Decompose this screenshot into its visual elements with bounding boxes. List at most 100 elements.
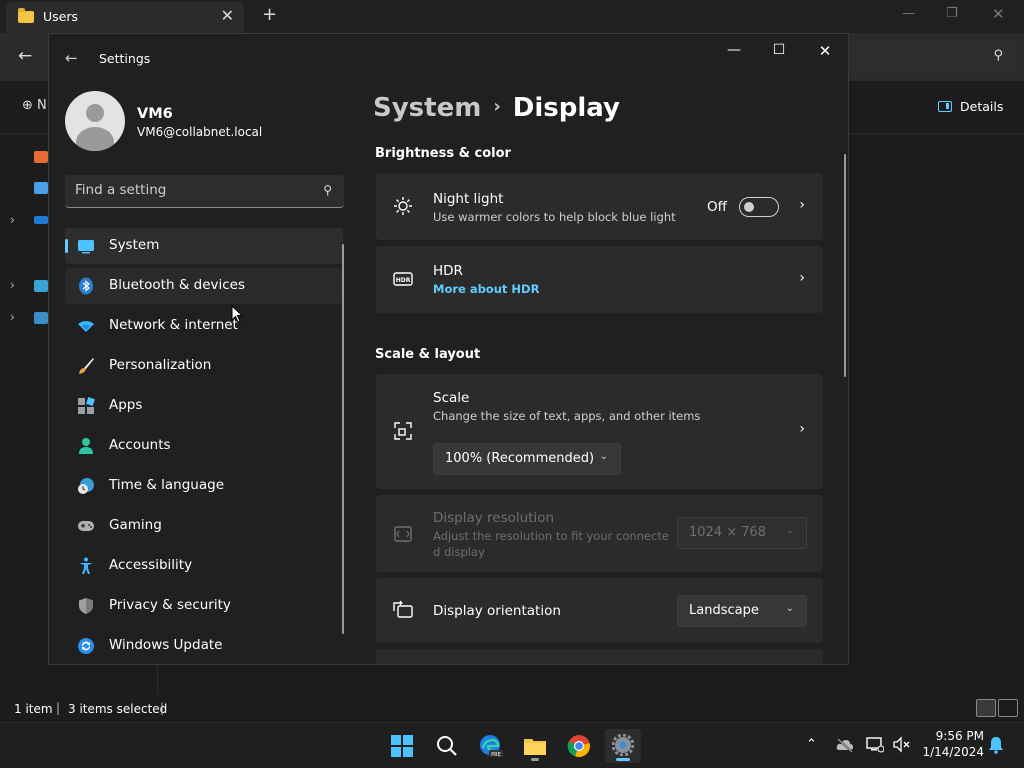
selected-count: 3 items selected <box>68 702 168 716</box>
tiles-view-button[interactable] <box>998 699 1018 717</box>
explorer-back-icon[interactable]: ← <box>18 46 32 66</box>
settings-window-title: Settings <box>99 51 151 66</box>
clock-time[interactable]: 9:56 PM <box>926 729 984 743</box>
chevron-up-icon[interactable]: ⌃ <box>806 737 817 752</box>
find-setting-box[interactable]: ⚲ <box>65 175 344 208</box>
explorer-close-icon[interactable]: ✕ <box>992 5 1005 23</box>
sidebar-item-bluetooth[interactable]: Bluetooth & devices <box>65 268 343 304</box>
details-pane-icon <box>938 101 952 112</box>
explorer-new-button[interactable]: ⊕ N <box>22 98 47 113</box>
explorer-tab[interactable]: Users ✕ <box>6 2 244 33</box>
resolution-subtitle-wrap: d display <box>433 545 485 559</box>
search-icon: ⚲ <box>323 183 332 197</box>
sidebar-item-network[interactable]: Network & internet <box>65 308 343 344</box>
chevron-right-icon[interactable]: › <box>10 310 15 324</box>
nav-scrollbar[interactable] <box>342 244 344 634</box>
scale-title: Scale <box>433 390 470 406</box>
sidebar-item-accounts[interactable]: Accounts <box>65 428 343 464</box>
scale-subtitle: Change the size of text, apps, and other… <box>433 409 701 423</box>
clock-date[interactable]: 1/14/2024 <box>918 745 984 759</box>
settings-window: ← Settings — ☐ ✕ VM6 VM6@collabnet.local… <box>48 33 849 665</box>
this-pc-icon[interactable] <box>34 280 48 292</box>
gear-icon <box>612 734 634 756</box>
speaker-muted-icon[interactable] <box>893 736 911 753</box>
wifi-icon <box>78 321 94 332</box>
search-button[interactable] <box>429 729 465 763</box>
night-light-state: Off <box>707 199 727 215</box>
toggle-knob <box>744 202 754 212</box>
shield-icon <box>79 598 93 614</box>
details-view-button[interactable] <box>976 699 996 717</box>
sidebar-item-gaming[interactable]: Gaming <box>65 508 343 544</box>
next-setting-card[interactable] <box>376 649 823 664</box>
file-explorer-button[interactable] <box>517 729 553 763</box>
onedrive-icon[interactable] <box>34 216 48 224</box>
gallery-icon[interactable] <box>34 182 48 194</box>
scale-card[interactable]: Scale Change the size of text, apps, and… <box>376 374 823 489</box>
hdr-card[interactable]: HDR HDR More about HDR › <box>376 246 823 313</box>
notification-bell-icon[interactable] <box>988 736 1004 754</box>
avatar[interactable] <box>65 91 125 151</box>
sidebar-item-label: Windows Update <box>109 637 223 653</box>
onedrive-icon[interactable] <box>836 737 854 753</box>
svg-text:PRE: PRE <box>491 752 501 758</box>
edge-preview-button[interactable]: PRE <box>473 729 509 763</box>
night-light-toggle[interactable] <box>739 197 779 217</box>
bluetooth-icon <box>79 277 93 295</box>
sidebar-item-system[interactable]: System <box>65 228 343 264</box>
active-indicator <box>616 758 630 761</box>
network-icon[interactable] <box>34 312 48 324</box>
explorer-restore-icon[interactable]: ❐ <box>946 6 958 21</box>
explorer-minimize-icon[interactable]: — <box>902 6 915 21</box>
sidebar-item-label: System <box>109 237 160 253</box>
chevron-right-icon[interactable]: › <box>10 278 15 292</box>
breadcrumb-parent[interactable]: System <box>373 93 481 123</box>
content-scrollbar[interactable] <box>844 154 846 377</box>
explorer-search-box[interactable]: ⚲ <box>845 42 1021 72</box>
profile-email: VM6@collabnet.local <box>137 125 263 139</box>
explorer-tab-bar: Users ✕ + — ❐ ✕ <box>0 0 1024 33</box>
brush-icon <box>79 358 94 374</box>
chevron-right-icon[interactable]: › <box>10 213 15 227</box>
sidebar-item-time-language[interactable]: Time & language <box>65 468 343 504</box>
close-tab-icon[interactable]: ✕ <box>221 6 234 25</box>
avatar-body <box>76 127 114 151</box>
resolution-icon <box>394 526 412 542</box>
mouse-cursor-icon <box>231 305 244 323</box>
orientation-dropdown[interactable]: Landscape ⌄ <box>677 595 807 627</box>
sidebar-item-privacy-security[interactable]: Privacy & security <box>65 588 343 624</box>
display-resolution-card: Display resolution Adjust the resolution… <box>376 495 823 572</box>
sidebar-item-accessibility[interactable]: Accessibility <box>65 548 343 584</box>
chrome-button[interactable] <box>561 729 597 763</box>
night-light-title: Night light <box>433 191 504 207</box>
sidebar-item-windows-update[interactable]: Windows Update <box>65 628 343 664</box>
sidebar-item-label: Apps <box>109 397 143 413</box>
back-arrow-icon[interactable]: ← <box>65 49 78 67</box>
start-button[interactable] <box>384 729 420 763</box>
search-input[interactable] <box>75 182 305 198</box>
maximize-icon[interactable]: ☐ <box>764 42 794 58</box>
night-light-card[interactable]: Night light Use warmer colors to help bl… <box>376 173 823 240</box>
sidebar-item-label: Bluetooth & devices <box>109 277 246 293</box>
scale-dropdown[interactable]: 100% (Recommended) ⌄ <box>433 443 621 475</box>
hdr-icon: HDR <box>393 272 413 286</box>
sidebar-item-personalization[interactable]: Personalization <box>65 348 343 384</box>
display-orientation-card[interactable]: Display orientation Landscape ⌄ <box>376 578 823 643</box>
resolution-value: 1024 × 768 <box>689 525 767 540</box>
folder-icon <box>524 739 546 755</box>
home-icon[interactable] <box>34 151 48 163</box>
sidebar-item-apps[interactable]: Apps <box>65 388 343 424</box>
accounts-icon <box>79 438 93 454</box>
settings-taskbar-button[interactable] <box>605 729 641 763</box>
resolution-dropdown: 1024 × 768 ⌄ <box>677 517 807 549</box>
selection-indicator <box>65 239 68 253</box>
minimize-icon[interactable]: — <box>719 42 749 58</box>
hdr-link[interactable]: More about HDR <box>433 282 539 296</box>
details-button[interactable]: Details <box>938 99 1003 114</box>
explorer-status-bar: 1 item | 3 items selected | <box>0 696 1024 722</box>
details-label: Details <box>960 99 1004 114</box>
new-tab-button[interactable]: + <box>262 4 277 25</box>
sidebar-item-label: Personalization <box>109 357 212 373</box>
network-icon[interactable] <box>866 736 884 753</box>
close-icon[interactable]: ✕ <box>810 42 840 60</box>
